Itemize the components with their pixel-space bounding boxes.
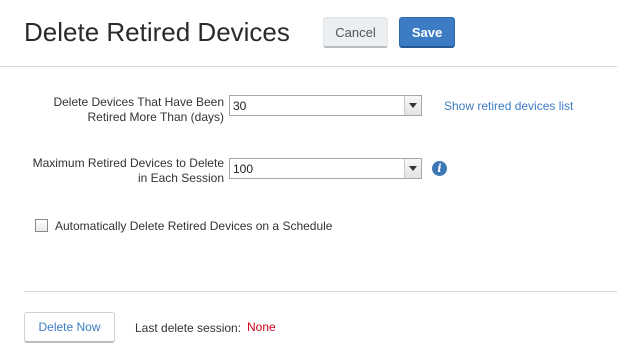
max-devices-value: 100 [233,162,254,176]
show-retired-devices-link[interactable]: Show retired devices list [444,99,573,113]
last-session-value: None [247,320,276,334]
retired-days-label-line1: Delete Devices That Have Been [53,95,224,109]
footer-divider [24,291,617,292]
schedule-checkbox-label[interactable]: Automatically Delete Retired Devices on … [55,219,332,233]
schedule-checkbox[interactable] [35,219,48,232]
delete-now-button[interactable]: Delete Now [24,312,115,343]
page-header: Delete Retired Devices Cancel Save [0,0,617,67]
chevron-down-icon[interactable] [404,159,421,178]
page-title: Delete Retired Devices [24,17,290,47]
retired-days-select[interactable]: 30 [229,95,422,116]
chevron-down-icon[interactable] [404,96,421,115]
save-button[interactable]: Save [399,17,455,48]
max-devices-label: Maximum Retired Devices to Delete in Eac… [20,156,224,186]
max-devices-select[interactable]: 100 [229,158,422,179]
delete-retired-devices-page: Delete Retired Devices Cancel Save Delet… [0,0,617,357]
max-devices-label-line1: Maximum Retired Devices to Delete [32,156,224,170]
info-icon[interactable]: i [432,161,447,176]
cancel-button[interactable]: Cancel [323,17,388,48]
retired-days-label-line2: Retired More Than (days) [87,110,225,124]
retired-days-label: Delete Devices That Have Been Retired Mo… [20,95,224,125]
last-session-label: Last delete session: [135,321,242,335]
max-devices-label-line2: in Each Session [137,171,224,185]
retired-days-value: 30 [233,99,247,113]
